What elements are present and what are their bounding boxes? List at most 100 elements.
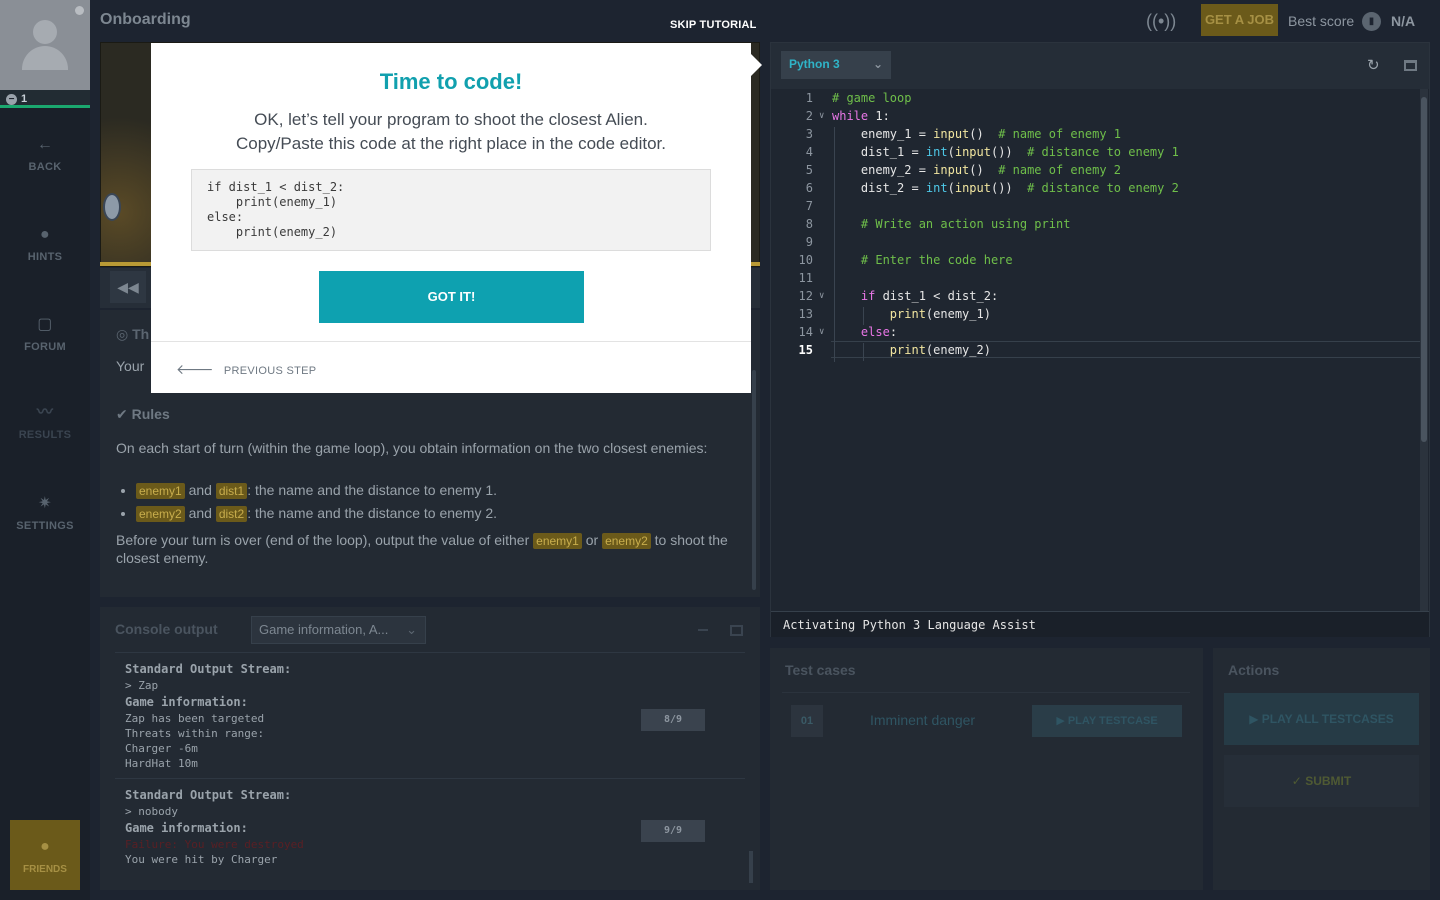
code-line: dist_1 = int(input()) # distance to enem… — [832, 145, 1179, 159]
got-it-button[interactable]: GOT IT! — [319, 271, 584, 323]
best-score-label: Best score — [1288, 13, 1355, 29]
online-status-dot — [75, 6, 84, 15]
game-info-line: You were hit by Charger — [125, 853, 278, 866]
nav-results[interactable]: 〰 RESULTS — [0, 403, 90, 441]
output-rule: Before your turn is over (end of the loo… — [116, 531, 736, 567]
console-frame: Standard Output Stream: > nobody Game in… — [115, 778, 745, 874]
avatar-body — [22, 46, 68, 70]
nav-hints-label: HINTS — [27, 251, 63, 263]
console-panel: Console output Game information, A... ⌄ … — [100, 607, 760, 890]
line-number: 10 — [798, 253, 813, 267]
gear-icon: ✷ — [38, 495, 52, 512]
avatar-head — [33, 20, 57, 44]
submit-button[interactable]: ✓ SUBMIT — [1224, 755, 1419, 807]
reset-icon[interactable]: ↻ — [1367, 56, 1380, 74]
line-number: 6 — [805, 181, 813, 195]
modal-text: OK, let’s tell your program to shoot the… — [151, 108, 751, 156]
chevron-down-icon: ⌄ — [872, 57, 883, 71]
maximize-icon[interactable] — [730, 625, 743, 636]
frame-badge[interactable]: 8/9 — [641, 709, 705, 731]
sidebar: −1 ← BACK ● HINTS ▢ FORUM 〰 RESULTS ✷ SE… — [0, 0, 90, 900]
level-indicator: −1 — [0, 90, 90, 108]
line-number: 5 — [805, 163, 813, 177]
code-line: enemy_1 = input() # name of enemy 1 — [832, 127, 1122, 141]
rule-text: : the name and the distance to enemy 2. — [247, 505, 498, 521]
line-number: 1 — [805, 91, 813, 105]
play-testcase-button[interactable]: ▶ PLAY TESTCASE — [1032, 705, 1182, 737]
rules-intro: On each start of turn (within the game l… — [116, 440, 708, 456]
code-line: # game loop — [832, 91, 912, 105]
code-editor: Python 3 ⌄ ↻ 1 2 3 4 5 6 7 8 9 10 11 12 … — [770, 42, 1430, 637]
expand-icon[interactable] — [1404, 60, 1417, 71]
list-item: enemy1 and dist1: the name and the dista… — [136, 482, 736, 499]
nav-hints[interactable]: ● HINTS — [0, 225, 90, 263]
nav-forum-label: FORUM — [24, 341, 66, 353]
testcase-row[interactable]: 01 Imminent danger ▶ PLAY TESTCASE — [782, 692, 1190, 737]
statement-scrollbar[interactable] — [752, 370, 756, 590]
check-icon: ✔ — [116, 406, 132, 422]
console-title: Console output — [115, 621, 218, 637]
broadcast-icon[interactable]: ((•)) — [1146, 11, 1176, 32]
statement-goal: Your — [116, 358, 145, 374]
play-all-testcases-button[interactable]: ▶ PLAY ALL TESTCASES — [1224, 693, 1419, 745]
game-info-line: HardHat 10m — [125, 757, 198, 770]
language-select[interactable]: Python 3 ⌄ — [781, 51, 891, 79]
top-bar: Onboarding SKIP TUTORIAL ((•)) GET A JOB… — [90, 0, 1440, 42]
user-icon: ● — [40, 838, 50, 855]
stdout-label: Standard Output Stream: — [125, 662, 292, 676]
minimize-icon[interactable] — [698, 621, 708, 631]
console-filter-select[interactable]: Game information, A... ⌄ — [251, 616, 426, 644]
fold-chevron-icon[interactable]: ∨ — [819, 327, 824, 337]
friends-label: FRIENDS — [23, 864, 67, 875]
play-all-label: PLAY ALL TESTCASES — [1261, 712, 1394, 726]
rules-title: ✔ Rules — [116, 406, 170, 423]
list-item: enemy2 and dist2: the name and the dista… — [136, 505, 736, 522]
console-filter-value: Game information, A... — [259, 622, 389, 637]
line-number: 8 — [805, 217, 813, 231]
minus-icon: − — [6, 94, 17, 105]
ship-sprite — [103, 193, 121, 221]
console-scrollbar[interactable] — [749, 851, 753, 883]
play-icon: ▶ — [1056, 715, 1068, 727]
chevron-down-icon: ⌄ — [406, 622, 417, 637]
language-value: Python 3 — [789, 57, 840, 71]
check-icon: ✓ — [1291, 774, 1306, 788]
nav-results-label: RESULTS — [18, 429, 72, 441]
code-area[interactable]: 1 2 3 4 5 6 7 8 9 10 11 12 13 14 15 ∨ ∨ … — [771, 89, 1421, 611]
skip-tutorial-link[interactable]: SKIP TUTORIAL — [670, 19, 757, 31]
keyword-badge: enemy2 — [602, 533, 651, 549]
code-line: else: — [860, 325, 898, 339]
line-number: 4 — [805, 145, 813, 159]
fold-chevron-icon[interactable]: ∨ — [819, 291, 824, 301]
editor-toolbar: Python 3 ⌄ ↻ — [771, 43, 1429, 89]
nav-back[interactable]: ← BACK — [0, 135, 90, 173]
rule-text: Before your turn is over (end of the loo… — [116, 532, 530, 548]
modal-code-snippet[interactable]: if dist_1 < dist_2: print(enemy_1) else:… — [191, 169, 711, 251]
line-number: 9 — [805, 235, 813, 249]
modal-text-line: OK, let’s tell your program to shoot the… — [254, 110, 648, 129]
nav-settings[interactable]: ✷ SETTINGS — [0, 494, 90, 532]
game-info-line: Charger -6m — [125, 742, 198, 755]
play-icon: ▶ — [1249, 712, 1262, 726]
rewind-icon[interactable]: ◀◀ — [110, 271, 146, 303]
avatar[interactable] — [0, 0, 90, 90]
code-line: print(enemy_1) — [889, 307, 991, 321]
friends-button[interactable]: ● FRIENDS — [10, 820, 80, 890]
stdout-label: Standard Output Stream: — [125, 788, 292, 802]
scrollbar-thumb[interactable] — [1421, 97, 1427, 442]
code-line: # Enter the code here — [860, 253, 1013, 267]
submit-label: SUBMIT — [1305, 774, 1352, 788]
previous-step-link[interactable]: 🡐 PREVIOUS STEP — [176, 361, 316, 378]
editor-status-text: Activating Python 3 Language Assist — [783, 618, 1036, 632]
frame-badge[interactable]: 9/9 — [641, 820, 705, 842]
modal-pointer — [751, 54, 762, 76]
get-a-job-button[interactable]: GET A JOB — [1201, 4, 1278, 36]
editor-scrollbar[interactable] — [1420, 89, 1428, 614]
fold-chevron-icon[interactable]: ∨ — [819, 111, 824, 121]
arrow-left-icon: ← — [36, 136, 54, 153]
line-number: 14 — [798, 325, 813, 339]
stdout-value: > Zap — [125, 679, 159, 692]
modal-divider — [151, 341, 751, 342]
nav-forum[interactable]: ▢ FORUM — [0, 315, 90, 353]
code-line: while 1: — [832, 109, 890, 123]
